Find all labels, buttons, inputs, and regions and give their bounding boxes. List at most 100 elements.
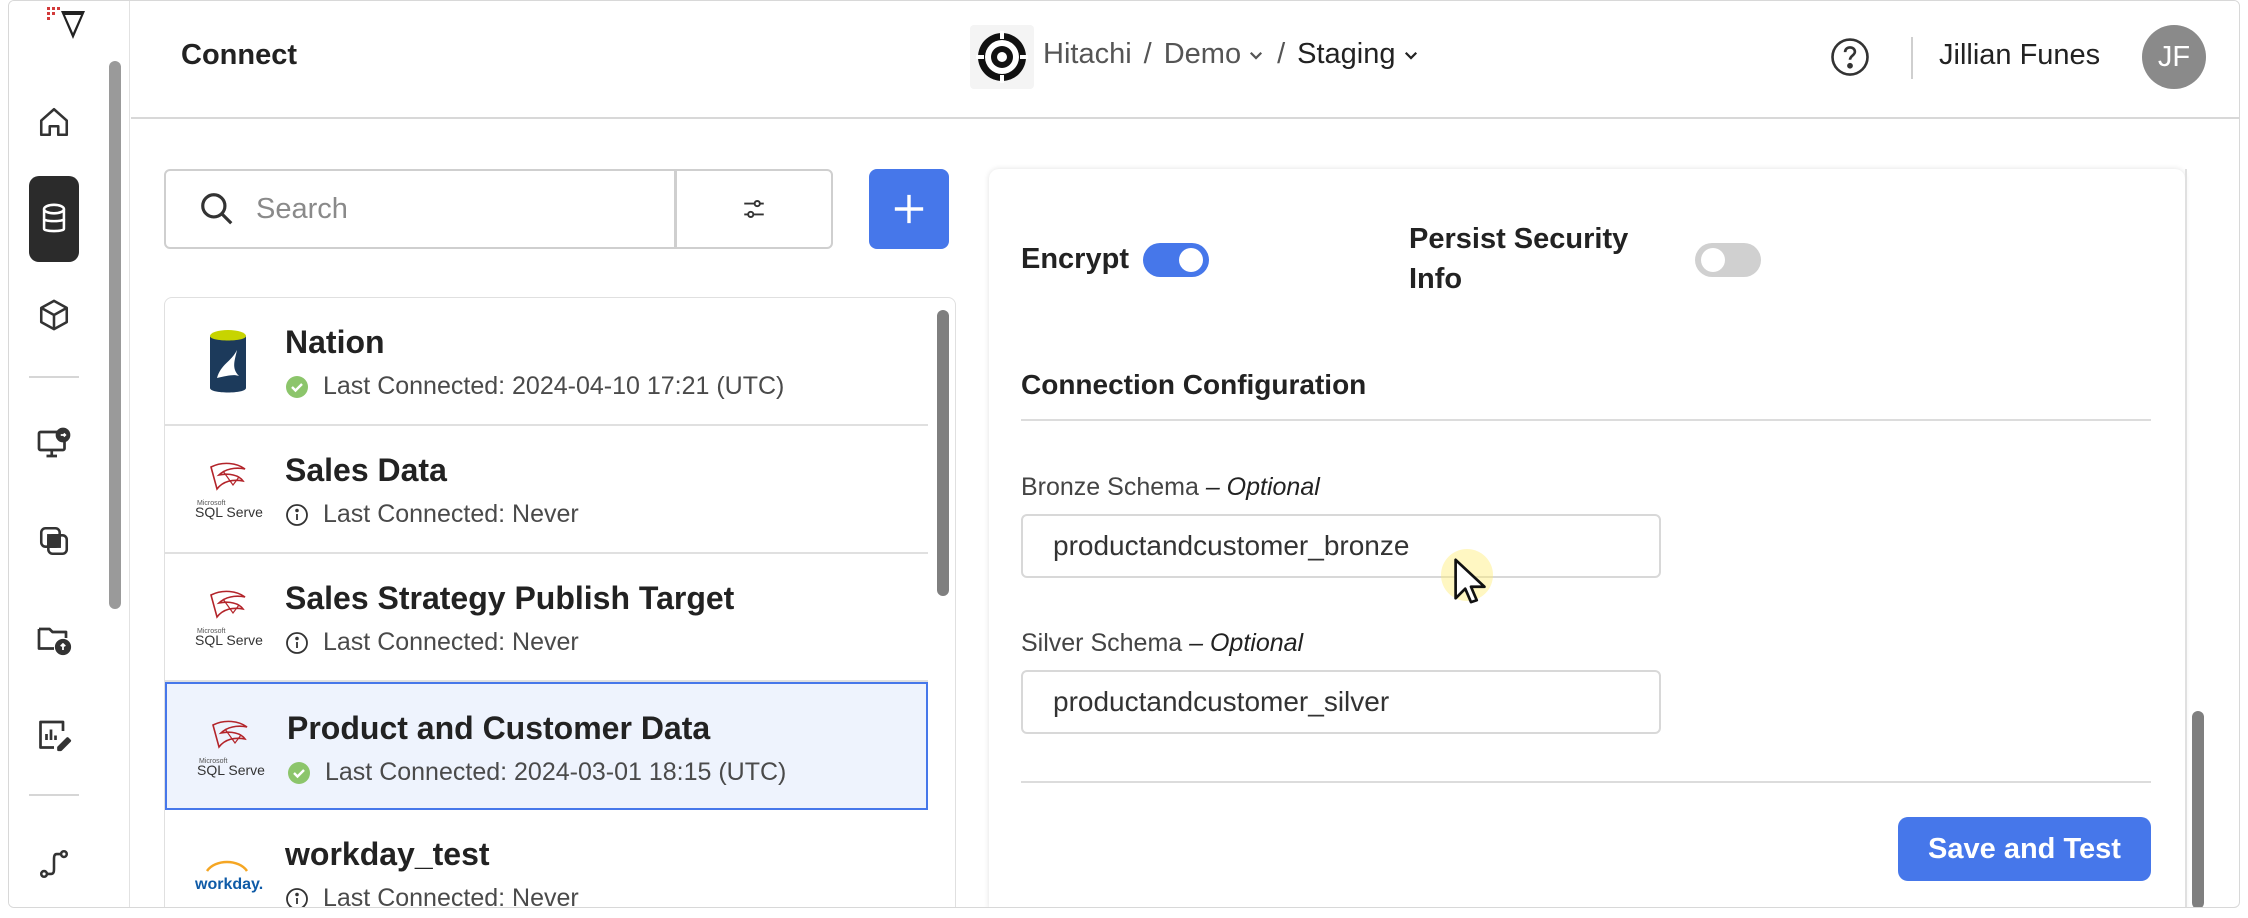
svg-text:SQL Server: SQL Server	[195, 504, 263, 520]
svg-text:SQL Server: SQL Server	[195, 632, 263, 648]
plus-icon	[894, 194, 924, 224]
footer-divider	[1021, 781, 2151, 783]
bronze-schema-input[interactable]	[1053, 530, 1643, 562]
app-logo-icon[interactable]	[41, 3, 91, 45]
breadcrumb-project-label: Demo	[1163, 38, 1242, 70]
connection-name: Nation	[285, 324, 385, 360]
section-title: Connection Configuration	[1021, 369, 1367, 400]
connection-name: Sales Strategy Publish Target	[285, 580, 735, 616]
nav-models[interactable]	[29, 272, 79, 358]
list-item[interactable]: workday. workday_test Last Connected: Ne…	[165, 810, 928, 908]
folder-upload-icon	[37, 627, 72, 656]
mouse-cursor-icon	[1454, 558, 1486, 604]
info-icon	[286, 887, 308, 907]
encrypt-toggle[interactable]	[1143, 243, 1209, 277]
silver-schema-input[interactable]	[1053, 686, 1643, 718]
persist-security-label-cont: Info	[1409, 263, 1463, 295]
user-name[interactable]: Jillian Funes	[1939, 39, 2100, 72]
silver-schema-field[interactable]	[1021, 670, 1661, 734]
status-text: Last Connected: 2024-04-10 17:21 (UTC)	[323, 372, 785, 400]
pipeline-icon	[39, 849, 69, 879]
connection-status: Last Connected: Never	[285, 500, 579, 529]
check-circle-icon	[286, 375, 308, 398]
connection-name: Sales Data	[285, 452, 447, 488]
header-divider	[1911, 37, 1913, 79]
sqlserver-icon: Microsoft SQL Server	[193, 456, 263, 526]
breadcrumb-separator: /	[1143, 38, 1152, 70]
list-item-selected[interactable]: Microsoft SQL Server Product and Custome…	[165, 682, 928, 810]
page-title: Connect	[181, 39, 297, 71]
app-window: Connect Hitachi / Demo / Staging Jillian…	[8, 0, 2240, 908]
org-logo-icon	[970, 25, 1034, 89]
layers-icon	[39, 526, 69, 556]
detail-scroll-track	[2185, 169, 2187, 907]
mysql-icon	[193, 328, 263, 398]
bronze-schema-label-text: Bronze Schema	[1021, 473, 1199, 501]
save-and-test-button[interactable]: Save and Test	[1898, 817, 2151, 881]
connection-name: workday_test	[285, 836, 490, 872]
report-edit-icon	[39, 720, 72, 752]
breadcrumb-environment-label: Staging	[1297, 38, 1396, 70]
detail-scrollbar[interactable]	[2192, 711, 2204, 907]
connection-name: Product and Customer Data	[287, 710, 711, 746]
list-item[interactable]: Nation Last Connected: 2024-04-10 17:21 …	[165, 298, 928, 426]
sqlserver-icon: Microsoft SQL Server	[193, 584, 263, 654]
nav-monitor[interactable]	[29, 401, 79, 487]
nav-rail	[9, 1, 130, 907]
connection-status: Last Connected: Never	[285, 628, 579, 657]
connection-status: Last Connected: 2024-04-10 17:21 (UTC)	[285, 372, 784, 401]
breadcrumb-separator: /	[1277, 38, 1286, 70]
silver-schema-label: Silver Schema – Optional	[1021, 629, 1303, 658]
search-input[interactable]	[256, 192, 636, 226]
search-icon	[201, 193, 233, 225]
info-icon	[286, 631, 308, 654]
svg-text:workday.: workday.	[194, 876, 263, 893]
nav-connect[interactable]	[29, 176, 79, 262]
nav-home[interactable]	[29, 79, 79, 165]
info-icon	[286, 503, 308, 526]
nav-scrollbar[interactable]	[109, 61, 121, 609]
filter-button[interactable]	[675, 169, 833, 249]
top-bar: Connect Hitachi / Demo / Staging Jillian…	[131, 1, 2239, 119]
sqlserver-icon: Microsoft SQL Server	[195, 714, 265, 784]
breadcrumb-project[interactable]: Demo	[1164, 38, 1265, 71]
encrypt-label: Encrypt	[1021, 243, 1129, 275]
chevron-down-icon	[1250, 51, 1263, 60]
bronze-schema-field[interactable]	[1021, 514, 1661, 578]
help-icon[interactable]	[1829, 36, 1871, 78]
connection-detail-panel: Encrypt Persist Security Info Connection…	[989, 169, 2185, 907]
bronze-schema-label: Bronze Schema – Optional	[1021, 473, 1320, 502]
nav-files[interactable]	[29, 595, 79, 681]
chevron-down-icon	[1404, 51, 1417, 60]
nav-divider	[29, 376, 79, 378]
avatar[interactable]: JF	[2142, 25, 2206, 89]
status-text: Last Connected: Never	[323, 884, 579, 908]
persist-security-label: Persist Security	[1409, 223, 1629, 255]
add-connection-button[interactable]	[869, 169, 949, 249]
list-scrollbar[interactable]	[937, 310, 949, 596]
connection-list: Nation Last Connected: 2024-04-10 17:21 …	[164, 297, 956, 908]
silver-schema-label-text: Silver Schema	[1021, 629, 1183, 657]
status-text: Last Connected: 2024-03-01 18:15 (UTC)	[325, 758, 787, 786]
nav-reports[interactable]	[29, 691, 79, 777]
home-icon	[39, 107, 69, 137]
optional-hint: – Optional	[1205, 473, 1320, 501]
nav-pipelines[interactable]	[29, 821, 79, 907]
breadcrumb-org[interactable]: Hitachi	[1043, 38, 1132, 71]
breadcrumb-environment[interactable]: Staging	[1297, 38, 1419, 71]
monitor-sync-icon	[37, 427, 71, 458]
optional-hint: – Optional	[1189, 629, 1304, 657]
workday-icon: workday.	[193, 840, 263, 907]
database-icon	[42, 203, 66, 233]
nav-layers[interactable]	[29, 498, 79, 584]
search-field[interactable]	[164, 169, 676, 249]
list-item[interactable]: Microsoft SQL Server Sales Strategy Publ…	[165, 554, 928, 682]
toggle-knob	[1701, 248, 1725, 272]
breadcrumb: Hitachi / Demo / Staging	[1043, 38, 1420, 71]
persist-security-toggle[interactable]	[1695, 243, 1761, 277]
list-item[interactable]: Microsoft SQL Server Sales Data Last Con…	[165, 426, 928, 554]
status-text: Last Connected: Never	[323, 500, 579, 528]
connection-status: Last Connected: 2024-03-01 18:15 (UTC)	[287, 758, 786, 787]
connection-status: Last Connected: Never	[285, 884, 579, 908]
section-divider	[1021, 419, 2151, 421]
